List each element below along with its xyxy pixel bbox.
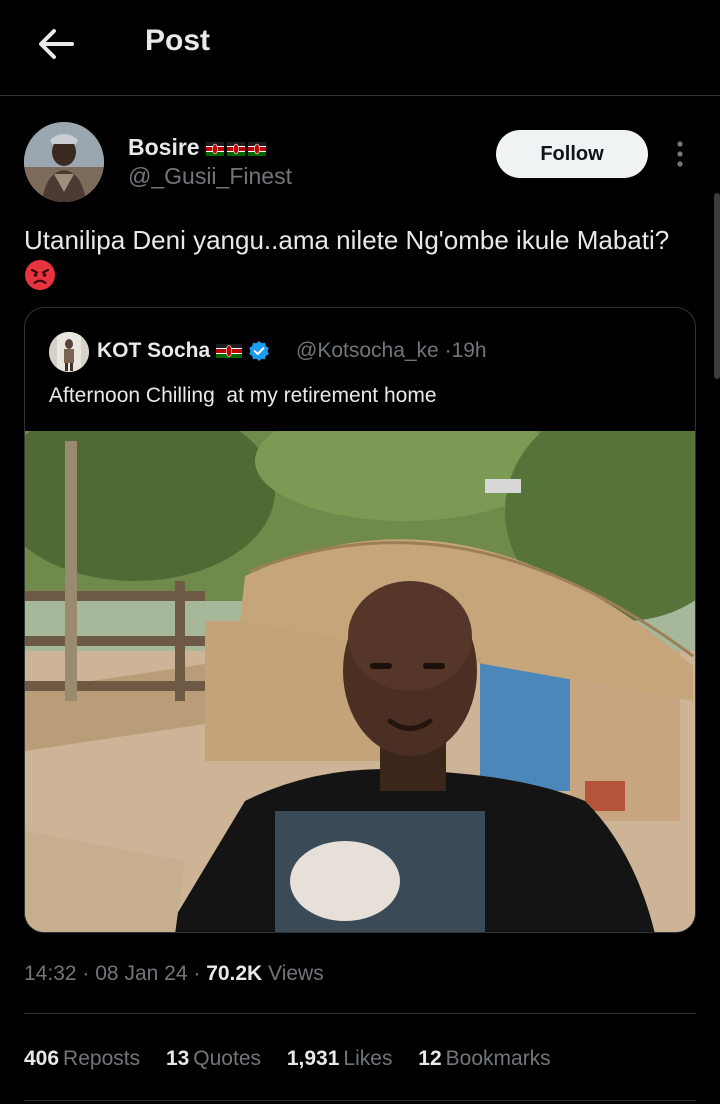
separator-dot: · [444,339,452,362]
engagement-stats: 406 Reposts 13 Quotes 1,931 Likes 12 Bookmar… [24,1047,571,1071]
quoted-author-meta: @Kotsocha_ke ·19h [296,339,487,363]
quoted-author-name-text: KOT Socha [97,339,211,362]
quotes-count: 13 [165,1047,190,1070]
separator-dot: · [82,962,90,985]
quoted-post-time[interactable]: 19h [452,339,487,362]
likes-label: Likes [343,1047,393,1070]
author-avatar[interactable] [24,122,104,202]
quotes-stat[interactable]: 13 Quotes [166,1047,261,1071]
author-name[interactable]: Bosire [128,134,266,161]
quotes-label: Quotes [193,1047,262,1070]
kenya-flag-icon [205,141,266,156]
top-bar: Post [0,0,720,96]
tweet-text-content: Utanilipa Deni yangu..ama nilete Ng'ombe… [24,225,670,255]
reposts-count: 406 [24,1047,60,1070]
more-options-button[interactable] [668,138,692,170]
post-date[interactable]: 08 Jan 24 [95,962,187,985]
quoted-author-avatar[interactable] [49,332,89,372]
tweet-text: Utanilipa Deni yangu..ama nilete Ng'ombe… [24,222,694,294]
kenya-flag-icon [216,344,243,359]
angry-face-icon [25,260,55,290]
more-vertical-icon [677,141,683,167]
quoted-author-name[interactable]: KOT Socha [97,339,270,363]
quoted-post[interactable]: KOT Socha @Kotsocha_ke ·19h Afternoon Ch… [24,307,696,933]
follow-button[interactable]: Follow [496,130,648,178]
views-label: Views [268,962,324,985]
post-time[interactable]: 14:32 [24,962,77,985]
quoted-avatar-image [49,332,89,372]
bookmarks-stat[interactable]: 12 Bookmarks [418,1047,550,1071]
author-name-text: Bosire [128,134,200,160]
likes-stat[interactable]: 1,931 Likes [287,1047,393,1071]
quoted-author-handle[interactable]: @Kotsocha_ke [296,339,439,362]
author-handle[interactable]: @_Gusii_Finest [128,163,292,190]
likes-count: 1,931 [286,1047,340,1070]
reposts-stat[interactable]: 406 Reposts [24,1047,140,1071]
scrollbar[interactable] [714,193,720,379]
separator-dot: · [193,962,201,985]
page-title: Post [145,24,211,57]
divider [24,1100,696,1101]
post-meta: 14:32 · 08 Jan 24 · 70.2K Views [24,962,324,986]
bookmarks-label: Bookmarks [445,1047,551,1070]
arrow-left-icon [39,29,74,59]
views-count: 70.2K [206,962,263,985]
quoted-post-photo[interactable] [25,431,696,933]
quoted-post-text: Afternoon Chilling at my retirement home [49,384,437,407]
bookmarks-count: 12 [418,1047,442,1070]
reposts-label: Reposts [63,1047,141,1070]
avatar-image [24,122,104,202]
back-button[interactable] [34,22,78,66]
divider [24,1013,696,1014]
verified-badge-icon [249,341,269,362]
